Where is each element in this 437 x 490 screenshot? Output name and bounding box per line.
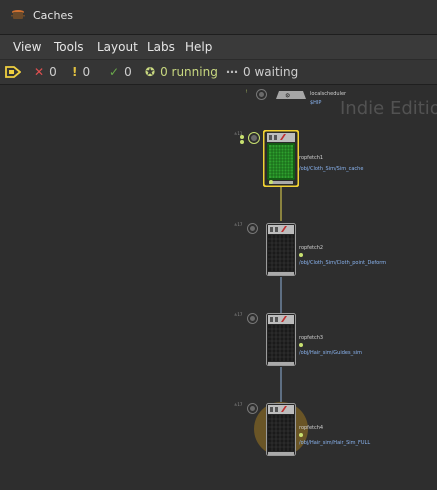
menu-layout[interactable]: Layout bbox=[97, 40, 138, 54]
running-count[interactable]: ✪ 0 running bbox=[145, 65, 218, 79]
ropfetch1-node-body bbox=[263, 130, 299, 187]
exclamation-icon: ! bbox=[72, 65, 78, 79]
title-bar: Caches bbox=[0, 0, 437, 35]
dots-icon: ⋯ bbox=[226, 65, 238, 79]
status-dot bbox=[299, 433, 303, 437]
node-name: ropfetch3 bbox=[299, 335, 324, 341]
cache-pot-icon bbox=[11, 10, 25, 19]
menu-help[interactable]: Help bbox=[185, 40, 212, 54]
connection-wires bbox=[280, 186, 282, 403]
output-dot bbox=[269, 180, 273, 184]
cook-arrow-icon[interactable] bbox=[5, 64, 21, 80]
waiting-count[interactable]: ⋯ 0 waiting bbox=[226, 65, 298, 79]
status-bar: ✕ 0 ! 0 ✓ 0 ✪ 0 running ⋯ 0 waiting bbox=[0, 60, 437, 85]
status-dot bbox=[240, 135, 244, 139]
node-path: /obj/Cloth_Sim/Cloth_point_Deform bbox=[299, 260, 387, 266]
bypass-toggle-icon[interactable] bbox=[247, 223, 258, 234]
node-status-text: ±17 bbox=[234, 222, 243, 227]
success-count[interactable]: ✓ 0 bbox=[109, 65, 132, 79]
window-title: Caches bbox=[33, 9, 73, 22]
x-icon: ✕ bbox=[34, 65, 45, 79]
node-graph[interactable]: Indie Edition ! ⚙ localscheduler $HIP ±1… bbox=[0, 85, 437, 490]
status-dot bbox=[299, 343, 303, 347]
menu-bar: View Tools Layout Labs Help bbox=[0, 35, 437, 59]
bypass-toggle-icon[interactable] bbox=[247, 403, 258, 414]
ropfetch2-node-body bbox=[266, 223, 296, 276]
bypass-toggle-icon[interactable] bbox=[248, 132, 260, 144]
status-dot bbox=[240, 140, 244, 144]
svg-text:⚙: ⚙ bbox=[285, 93, 290, 100]
ropfetch3-node-body bbox=[266, 313, 296, 366]
bypass-toggle-icon[interactable] bbox=[256, 89, 267, 100]
ropfetch4-node-body bbox=[266, 403, 296, 456]
node-name: ropfetch2 bbox=[299, 245, 324, 251]
menu-view[interactable]: View bbox=[13, 40, 41, 54]
check-icon: ✓ bbox=[109, 65, 120, 79]
node-path: /obj/Hair_sim/Guides_sim bbox=[299, 350, 362, 356]
node-path: /obj/Hair_sim/Hair_Sim_FULL bbox=[299, 440, 371, 446]
failed-count[interactable]: ✕ 0 bbox=[34, 65, 57, 79]
running-icon: ✪ bbox=[145, 65, 156, 79]
node-name: ropfetch1 bbox=[299, 155, 324, 161]
node-path: /obj/Cloth_Sim/Sim_cache bbox=[299, 166, 364, 172]
scheduler-path: $HIP bbox=[310, 100, 322, 106]
scheduler-node-icon: ⚙ bbox=[276, 91, 306, 100]
menu-tools[interactable]: Tools bbox=[54, 40, 84, 54]
node-status-text: ±17 bbox=[234, 312, 243, 317]
bypass-toggle-icon[interactable] bbox=[247, 313, 258, 324]
node-status-text: ±17 bbox=[234, 402, 243, 407]
scheduler-flag: ! bbox=[246, 89, 248, 94]
node-name: ropfetch4 bbox=[299, 425, 324, 431]
warning-count[interactable]: ! 0 bbox=[72, 65, 90, 79]
scheduler-name: localscheduler bbox=[310, 91, 347, 97]
status-dot bbox=[299, 253, 303, 257]
menu-labs[interactable]: Labs bbox=[147, 40, 175, 54]
